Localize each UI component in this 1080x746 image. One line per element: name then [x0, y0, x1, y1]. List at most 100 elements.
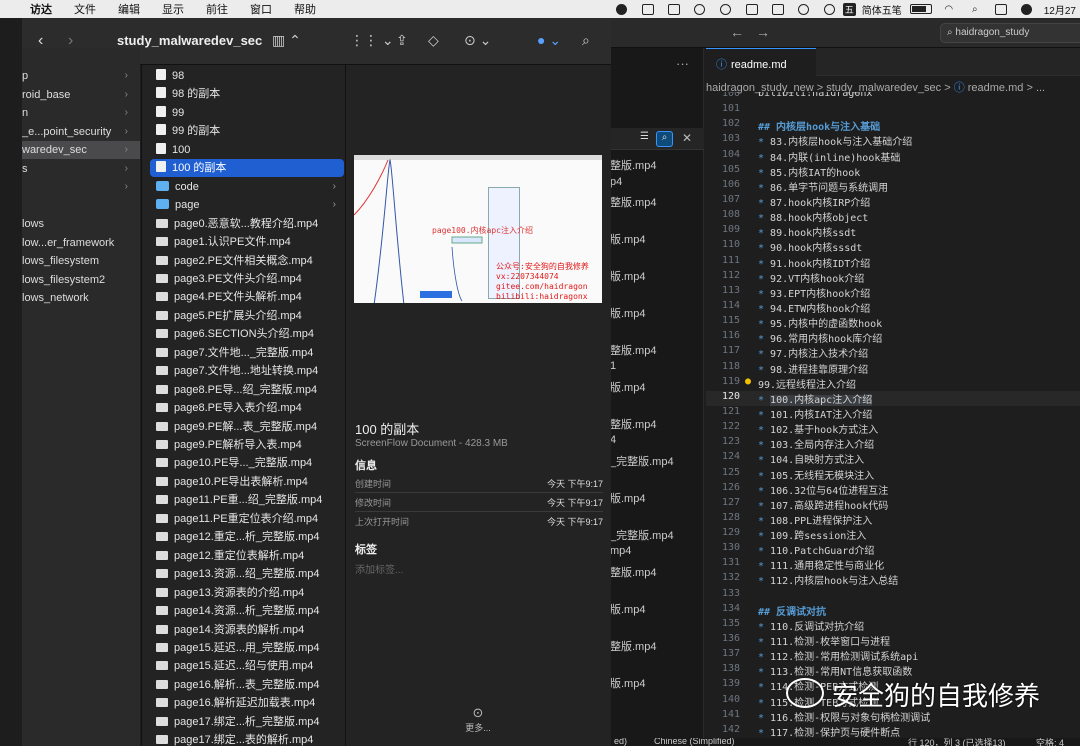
search-result-fragment[interactable]: 整版.mp4	[610, 416, 704, 432]
search-result-fragment[interactable]: _完整版.mp4	[610, 527, 704, 543]
ime-indicator[interactable]: 五	[842, 2, 856, 16]
link-icon[interactable]	[796, 3, 812, 15]
file-item[interactable]: page13.资源表的介绍.mp4	[150, 584, 344, 602]
file-item[interactable]: page7.文件地...地址转换.mp4	[150, 362, 344, 380]
code-editor[interactable]: 100 bilibili:haidragonx 101 102 ## 内核层hook与注…	[706, 92, 1080, 742]
sidebar-item[interactable]: roid_base ›	[22, 86, 140, 104]
tag-icon[interactable]: ◇	[428, 32, 439, 49]
spotlight-icon[interactable]: ⌕	[967, 3, 983, 15]
folder-item[interactable]: page ›	[150, 196, 344, 214]
record-dot-icon[interactable]	[692, 3, 708, 15]
clip-icon[interactable]	[718, 3, 734, 15]
sidebar-item[interactable]: low...er_framework	[22, 234, 140, 252]
file-item[interactable]: page17.绑定...析_完整版.mp4	[150, 713, 344, 731]
file-item[interactable]: page8.PE导入表介绍.mp4	[150, 399, 344, 417]
view-columns-icon[interactable]: ▥ ⌃	[272, 32, 301, 49]
sidebar-item[interactable]: lows_filesystem2	[22, 271, 140, 289]
file-item[interactable]: page2.PE文件相关概念.mp4	[150, 252, 344, 270]
menu-go[interactable]: 前往	[206, 1, 228, 17]
file-item[interactable]: 99	[150, 104, 344, 122]
file-item[interactable]: 98	[150, 67, 344, 85]
search-result-fragment[interactable]: 版.mp4	[610, 601, 704, 617]
file-item[interactable]: page12.重定...析_完整版.mp4	[150, 528, 344, 546]
cloud-icon[interactable]: ● ⌄	[537, 32, 561, 49]
word-icon[interactable]	[640, 3, 656, 15]
search-result-fragment[interactable]: 版.mp4	[610, 490, 704, 506]
sidebar-item[interactable]: p ›	[22, 67, 140, 85]
search-result-fragment[interactable]: 整版.mp4	[610, 638, 704, 654]
file-item[interactable]: page15.延迟...用_完整版.mp4	[150, 639, 344, 657]
search-result-fragment[interactable]: 版.mp4	[610, 231, 704, 247]
vscode-command-center[interactable]: ⌕ haidragon_study	[940, 23, 1080, 43]
file-item[interactable]: page11.PE重...绍_完整版.mp4	[150, 491, 344, 509]
battery-icon[interactable]	[909, 4, 932, 14]
sidebar-item[interactable]: n ›	[22, 104, 140, 122]
action-menu-icon[interactable]: ⊙ ⌄	[464, 32, 491, 49]
search-icon[interactable]: ⌕	[582, 32, 590, 49]
file-item[interactable]: page10.PE导出表解析.mp4	[150, 473, 344, 491]
file-item[interactable]: 100	[150, 141, 344, 159]
lightbulb-icon[interactable]: ●	[745, 376, 751, 387]
clock[interactable]: 12月27	[1044, 2, 1076, 17]
file-item[interactable]: page11.PE重定位表介绍.mp4	[150, 510, 344, 528]
file-item[interactable]: page14.资源表的解析.mp4	[150, 621, 344, 639]
search-result-fragment[interactable]: 整版.mp4	[610, 194, 704, 210]
add-tags-field[interactable]: 添加标签...	[355, 561, 403, 576]
status-language[interactable]: Chinese (Simplified)	[654, 738, 735, 746]
search-result-fragment[interactable]: 整版.mp4	[610, 564, 704, 580]
tab-readme[interactable]: ⓘ readme.md	[706, 48, 816, 76]
file-item[interactable]: page6.SECTION头介绍.mp4	[150, 325, 344, 343]
more-button[interactable]: ⊙ 更多...	[458, 705, 498, 734]
menu-file[interactable]: 文件	[74, 1, 96, 17]
menu-edit[interactable]: 编辑	[118, 1, 140, 17]
file-item[interactable]: page4.PE文件头解析.mp4	[150, 288, 344, 306]
menu-window[interactable]: 窗口	[250, 1, 272, 17]
sidebar-item[interactable]: waredev_sec ›	[22, 141, 140, 159]
search-result-fragment[interactable]: 1	[610, 360, 704, 372]
control-center-icon[interactable]	[993, 3, 1009, 15]
status-cursor-position[interactable]: 行 120，列 3 (已选择13)	[908, 738, 1006, 746]
file-item[interactable]: page12.重定位表解析.mp4	[150, 547, 344, 565]
group-icon[interactable]: ⋮⋮ ⌄	[350, 32, 394, 49]
sidebar-item[interactable]: lows_filesystem	[22, 252, 140, 270]
file-item[interactable]: page1.认识PE文件.mp4	[150, 233, 344, 251]
sidebar-item[interactable]	[22, 197, 140, 215]
menu-view[interactable]: 显示	[162, 1, 184, 17]
sidebar-item[interactable]: lows_network	[22, 289, 140, 307]
search-result-fragment[interactable]: 整版.mp4	[610, 342, 704, 358]
search-result-fragment[interactable]: p4	[610, 176, 704, 188]
status-left[interactable]: ed)	[614, 738, 627, 746]
file-item[interactable]: 100 的副本	[150, 159, 344, 178]
file-item[interactable]: page9.PE解析导入表.mp4	[150, 436, 344, 454]
sidebar-item[interactable]: s ›	[22, 160, 140, 178]
search-result-fragment[interactable]: 版.mp4	[610, 675, 704, 691]
sidebar-item[interactable]: ›	[22, 178, 140, 196]
sidebar-item[interactable]: lows	[22, 215, 140, 233]
file-item[interactable]: page15.延迟...绍与使用.mp4	[150, 657, 344, 675]
file-item[interactable]: page10.PE导..._完整版.mp4	[150, 454, 344, 472]
folder-item[interactable]: code ›	[150, 178, 344, 196]
shield-icon[interactable]	[770, 3, 786, 15]
file-item[interactable]: page13.资源...绍_完整版.mp4	[150, 565, 344, 583]
search-result-fragment[interactable]: 版.mp4	[610, 305, 704, 321]
file-item[interactable]: page3.PE文件头介绍.mp4	[150, 270, 344, 288]
file-item[interactable]: page14.资源...析_完整版.mp4	[150, 602, 344, 620]
more-icon[interactable]: ···	[676, 56, 689, 71]
search-result-fragment[interactable]: 版.mp4	[610, 268, 704, 284]
siri-icon[interactable]	[1019, 3, 1035, 15]
file-item[interactable]: page17.绑定...表的解析.mp4	[150, 731, 344, 746]
search-result-fragment[interactable]: 整版.mp4	[610, 157, 704, 173]
ime-label[interactable]: 简体五笔	[862, 2, 902, 17]
file-item[interactable]: page7.文件地..._完整版.mp4	[150, 344, 344, 362]
search-result-fragment[interactable]: 版.mp4	[610, 379, 704, 395]
file-item[interactable]: page0.恶意软...教程介绍.mp4	[150, 215, 344, 233]
wechat-icon[interactable]	[614, 3, 630, 15]
file-item[interactable]: page9.PE解...表_完整版.mp4	[150, 418, 344, 436]
file-item[interactable]: page16.解析...表_完整版.mp4	[150, 676, 344, 694]
vscode-nav-arrows[interactable]: ←→	[730, 24, 782, 40]
menu-app-name[interactable]: 访达	[30, 1, 52, 17]
search-result-fragment[interactable]: mp4	[610, 545, 704, 557]
file-item[interactable]: page16.解析延迟加载表.mp4	[150, 694, 344, 712]
search-result-fragment[interactable]: 4	[610, 434, 704, 446]
screen-record-icon[interactable]	[666, 3, 682, 15]
